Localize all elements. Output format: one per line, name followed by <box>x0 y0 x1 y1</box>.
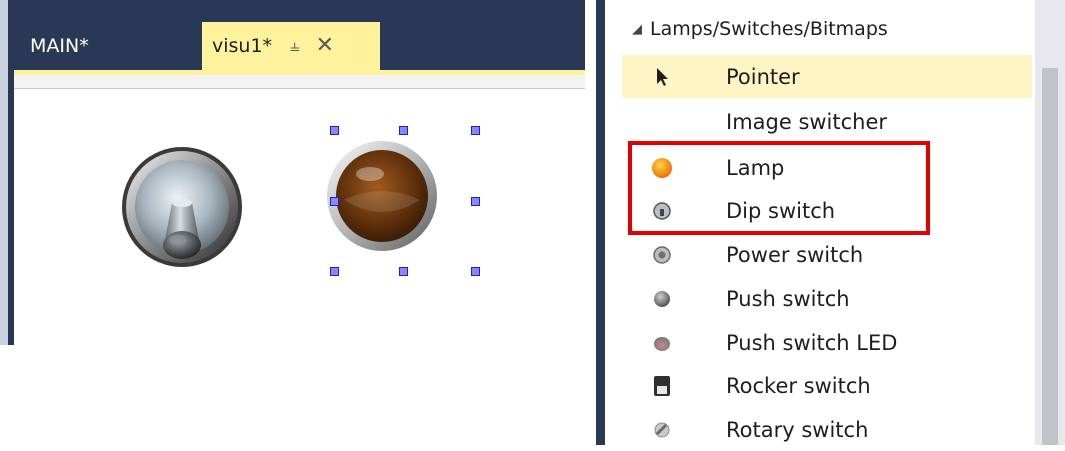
tool-item-label: Push switch LED <box>726 330 898 355</box>
rocker-switch-icon <box>650 374 674 398</box>
selection-handle[interactable] <box>471 197 480 206</box>
category-lamps-switches-bitmaps[interactable]: ◢ Lamps/Switches/Bitmaps <box>632 12 888 46</box>
tool-item-label: Power switch <box>726 242 864 267</box>
scrollbar-thumb[interactable] <box>1042 68 1058 445</box>
pointer-icon <box>650 65 674 89</box>
tool-item-label: Push switch <box>726 286 850 311</box>
selection-handle[interactable] <box>330 126 339 135</box>
tool-item-push-switch-led[interactable]: Push switch LED <box>622 321 1032 364</box>
pin-icon[interactable]: ⫨ <box>290 36 300 56</box>
visualization-canvas[interactable] <box>14 89 585 345</box>
close-icon[interactable]: ✕ <box>316 35 334 57</box>
tool-item-label: Pointer <box>726 64 800 89</box>
tool-item-label: Rocker switch <box>726 373 871 398</box>
selection-handle[interactable] <box>471 126 480 135</box>
selection-handle[interactable] <box>471 267 480 276</box>
editor-ruler <box>14 75 585 89</box>
tool-item-push-switch[interactable]: Push switch <box>622 277 1032 320</box>
tab-visu1[interactable]: visu1* ⫨ ✕ <box>202 22 380 70</box>
annotation-highlight-box <box>628 141 930 235</box>
tool-item-rocker-switch[interactable]: Rocker switch <box>622 364 1032 407</box>
push-switch-led-icon <box>650 331 674 355</box>
tool-item-power-switch[interactable]: Power switch <box>622 233 1032 276</box>
tool-item-image-switcher[interactable]: Image switcher <box>622 100 1032 143</box>
tab-main-label: MAIN* <box>30 35 89 57</box>
lamp-element[interactable] <box>320 134 444 258</box>
tool-item-pointer[interactable]: Pointer <box>622 55 1032 98</box>
dip-switch-element[interactable] <box>120 145 244 269</box>
below-editor-area <box>0 345 585 445</box>
tool-item-label: Rotary switch <box>726 417 869 442</box>
selection-handle[interactable] <box>399 267 408 276</box>
tool-item-label: Image switcher <box>726 109 888 134</box>
selection-handle[interactable] <box>330 267 339 276</box>
power-switch-icon <box>650 243 674 267</box>
selection-handle[interactable] <box>399 126 408 135</box>
push-switch-icon <box>650 287 674 311</box>
document-tab-strip: MAIN* visu1* ⫨ ✕ <box>14 22 585 70</box>
panel-splitter[interactable] <box>596 0 605 445</box>
collapse-triangle-icon[interactable]: ◢ <box>632 22 642 37</box>
selection-handle[interactable] <box>330 197 339 206</box>
tab-visu1-label: visu1* <box>212 35 273 57</box>
rotary-switch-icon <box>650 418 674 442</box>
category-label: Lamps/Switches/Bitmaps <box>650 18 888 40</box>
tab-main[interactable]: MAIN* <box>14 22 202 70</box>
